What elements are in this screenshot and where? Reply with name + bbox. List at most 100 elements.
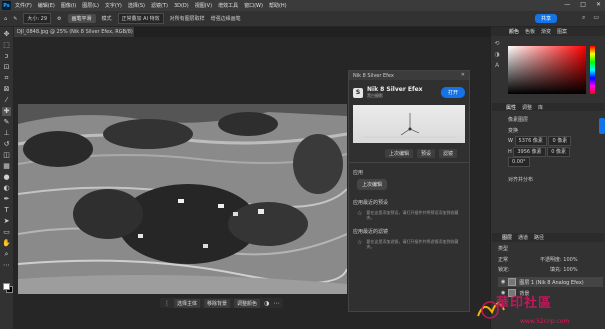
menu-file[interactable]: 文件(F) — [15, 2, 32, 9]
tab-last-edit[interactable]: 上次编辑 — [385, 149, 414, 158]
open-button[interactable]: 打开 — [440, 87, 465, 98]
eraser-tool-icon[interactable]: ◫ — [2, 151, 11, 160]
tab-gradients[interactable]: 渐变 — [541, 28, 551, 35]
height-row: H 3956 像素 0 像素 — [508, 147, 571, 157]
more-options-icon[interactable]: ⋯ — [273, 300, 279, 307]
mode-select[interactable]: 正常叠加 AI 特效 — [117, 13, 164, 24]
adjust-icon[interactable]: ◑ — [264, 300, 269, 307]
menu-bar: Ps 文件(F) 编辑(E) 图像(I) 图层(L) 文字(Y) 选择(S) 滤… — [0, 0, 605, 11]
menu-edit[interactable]: 编辑(E) — [38, 2, 55, 9]
healing-brush-tool-icon[interactable]: ✚ — [2, 107, 11, 116]
nik-panel-title: Nik 8 Silver Efex — [353, 72, 394, 79]
search-icon[interactable]: ⌕ — [582, 14, 585, 22]
brush-smoothing-button[interactable]: 画笔平滑 — [67, 14, 96, 23]
menu-image[interactable]: 图像(I) — [61, 2, 76, 9]
brush-tool-icon[interactable]: ✎ — [2, 118, 11, 127]
maximize-icon[interactable]: □ — [580, 1, 586, 8]
enhance-edge-checkbox[interactable]: 增强边缘画笔 — [211, 15, 241, 22]
marquee-tool-icon[interactable]: ⬚ — [2, 41, 11, 50]
menu-3d[interactable]: 3D(D) — [174, 3, 189, 9]
opacity-field[interactable]: 不透明度: 100% — [540, 256, 578, 263]
x-field[interactable]: 0 像素 — [548, 136, 572, 146]
eyedropper-tool-icon[interactable]: ⁄ — [2, 96, 11, 105]
workspace-icon[interactable]: ▭ — [593, 14, 599, 22]
gradient-tool-icon[interactable]: ▦ — [2, 162, 11, 171]
menu-help[interactable]: 帮助(H) — [269, 2, 287, 9]
more-tools-icon[interactable]: ⋯ — [2, 261, 11, 270]
adjust-color-button[interactable]: 调整颜色 — [234, 298, 261, 308]
dodge-tool-icon[interactable]: ◐ — [2, 184, 11, 193]
tab-paths[interactable]: 路径 — [534, 234, 544, 241]
tab-patterns[interactable]: 图案 — [557, 28, 567, 35]
drag-handle-icon[interactable]: ⋮ — [164, 300, 170, 307]
lasso-tool-icon[interactable]: ↄ — [2, 52, 11, 61]
blur-tool-icon[interactable]: ● — [2, 173, 11, 182]
properties-tabs: 属性 调整 库 — [492, 103, 604, 111]
last-edit-button[interactable]: 上次编辑 — [357, 179, 388, 190]
tab-color[interactable]: 颜色 — [509, 28, 519, 35]
type-tool-icon[interactable]: T — [2, 206, 11, 215]
tab-adjustments[interactable]: 调整 — [522, 104, 532, 111]
color-picker-field[interactable] — [508, 46, 586, 94]
blend-mode-select[interactable]: 正常 — [498, 256, 508, 263]
tab-layers[interactable]: 图层 — [502, 234, 512, 241]
remove-background-button[interactable]: 移除背景 — [204, 298, 231, 308]
brush-icon[interactable]: ✎ — [13, 16, 17, 22]
menu-filter[interactable]: 滤镜(T) — [151, 2, 168, 9]
hand-tool-icon[interactable]: ✋ — [2, 239, 11, 248]
layer-row[interactable]: ◉ 图层 1 (Nik 8 Analog Efex) — [498, 277, 603, 287]
path-select-tool-icon[interactable]: ➤ — [2, 217, 11, 226]
home-icon[interactable]: ⌂ — [4, 16, 7, 22]
menu-type[interactable]: 文字(Y) — [105, 2, 122, 9]
tab-filters[interactable]: 滤镜 — [439, 149, 458, 158]
tab-properties[interactable]: 属性 — [506, 104, 516, 111]
minimize-icon[interactable]: — — [564, 1, 570, 8]
transform-label: 变换 — [508, 128, 519, 134]
menu-plugins[interactable]: 增效工具 — [218, 2, 238, 9]
brush-size-field[interactable]: 大小: 29 — [23, 13, 52, 24]
align-distribute-label: 对齐并分布 — [508, 177, 534, 183]
color-panel-tabs: 颜色 色板 渐变 图案 — [491, 27, 605, 36]
close-icon[interactable]: ✕ — [461, 72, 465, 78]
angle-field[interactable]: 0.00° — [508, 157, 530, 167]
brush-settings-icon[interactable]: ⚙ — [57, 16, 61, 22]
tab-swatches[interactable]: 色板 — [525, 28, 535, 35]
object-select-tool-icon[interactable]: ⊡ — [2, 63, 11, 72]
lock-label: 锁定: — [498, 267, 510, 273]
select-subject-button[interactable]: 选择主体 — [174, 298, 201, 308]
history-icon[interactable]: ⟲ — [494, 40, 499, 47]
tab-presets[interactable]: 预设 — [417, 149, 436, 158]
eye-icon[interactable]: ◉ — [501, 279, 505, 285]
foreground-color-swatch[interactable] — [3, 283, 10, 290]
fill-field[interactable]: 填充: 100% — [550, 266, 578, 273]
adjustments-icon[interactable]: ◑ — [494, 51, 499, 58]
character-icon[interactable]: A — [495, 62, 499, 69]
frame-tool-icon[interactable]: ⊠ — [2, 85, 11, 94]
menu-select[interactable]: 选择(S) — [128, 2, 145, 9]
zoom-tool-icon[interactable]: ⌕ — [2, 250, 11, 259]
document-tab[interactable]: DJI_0848.jpg @ 25% (Nik 8 Silver Efex, R… — [14, 27, 134, 37]
clone-stamp-tool-icon[interactable]: ⊥ — [2, 129, 11, 138]
close-icon[interactable]: ✕ — [596, 1, 601, 8]
pen-tool-icon[interactable]: ✒ — [2, 195, 11, 204]
height-field[interactable]: 3956 像素 — [513, 147, 546, 157]
recent-presets-hint: 要在这里添加预设，请打开插件并将预设添加到收藏夹。 — [366, 210, 459, 220]
crop-tool-icon[interactable]: ⌗ — [2, 74, 11, 83]
recent-presets-label: 应用最近的预设 — [353, 200, 389, 206]
share-button[interactable]: 共享 — [534, 14, 557, 23]
history-brush-tool-icon[interactable]: ↺ — [2, 140, 11, 149]
width-field[interactable]: 5376 像素 — [514, 136, 547, 146]
tab-channels[interactable]: 通道 — [518, 234, 528, 241]
move-tool-icon[interactable]: ✥ — [2, 30, 11, 39]
menu-view[interactable]: 视图(V) — [195, 2, 212, 9]
menu-window[interactable]: 窗口(W) — [244, 2, 263, 9]
tab-libraries[interactable]: 库 — [538, 104, 543, 111]
shape-tool-icon[interactable]: ▭ — [2, 228, 11, 237]
sample-all-checkbox[interactable]: 对所有图层取样 — [170, 15, 205, 22]
layer-filter-kind[interactable]: 类型 — [498, 245, 508, 252]
hue-slider[interactable] — [590, 46, 595, 94]
menu-layer[interactable]: 图层(L) — [82, 2, 99, 9]
y-field[interactable]: 0 像素 — [547, 147, 571, 157]
star-icon: ☆ — [357, 210, 363, 217]
panel-scroll-handle[interactable] — [599, 118, 605, 134]
